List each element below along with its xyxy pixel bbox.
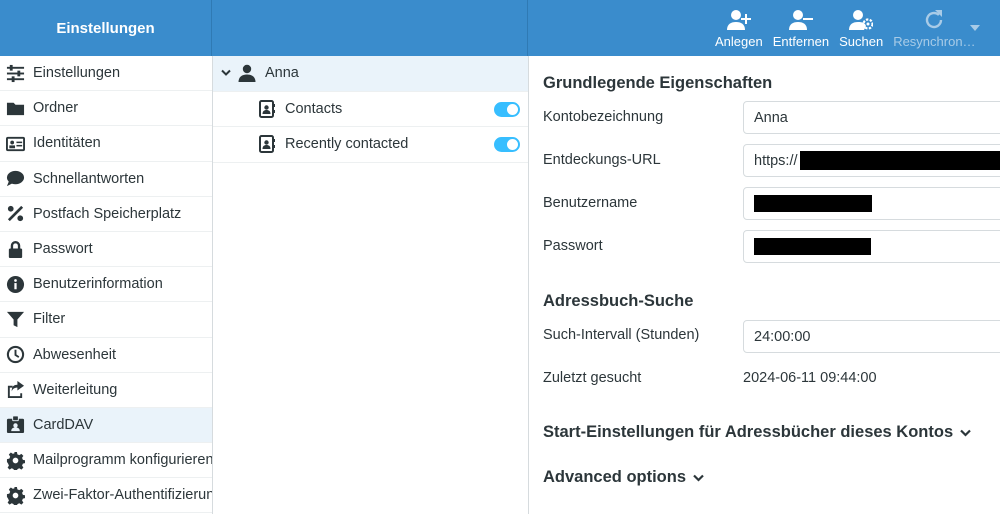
addressbook-search-heading: Adressbuch-Suche bbox=[543, 292, 694, 310]
lock-icon bbox=[6, 240, 25, 259]
sidebar-item-schnellantworten[interactable]: Schnellantworten bbox=[0, 162, 212, 197]
sidebar-item-passwort[interactable]: Passwort bbox=[0, 232, 212, 268]
addressbook-row-contacts[interactable]: Contacts bbox=[213, 92, 528, 127]
filter-icon bbox=[6, 310, 25, 329]
remove-user-icon bbox=[788, 10, 813, 30]
last-search-label: Zuletzt gesucht bbox=[543, 370, 642, 386]
password-label: Passwort bbox=[543, 238, 603, 254]
add-account-label: Anlegen bbox=[715, 34, 763, 49]
header-middle-section bbox=[213, 0, 528, 56]
last-search-value: 2024-06-11 09:44:00 bbox=[743, 370, 877, 386]
sidebar-item-label: Passwort bbox=[33, 241, 93, 258]
addressbook-toggle-contacts[interactable] bbox=[494, 101, 520, 117]
sidebar-item-filter[interactable]: Filter bbox=[0, 302, 212, 338]
share-icon bbox=[6, 380, 25, 399]
sidebar-item-label: CardDAV bbox=[33, 416, 94, 433]
sidebar-item-label: Zwei-Faktor-Authentifizierung bbox=[33, 487, 212, 504]
comment-icon bbox=[6, 169, 25, 188]
username-label: Benutzername bbox=[543, 195, 638, 211]
percent-icon bbox=[6, 204, 25, 223]
password-field[interactable] bbox=[743, 230, 1000, 263]
username-field[interactable] bbox=[743, 187, 1000, 220]
sidebar-item-label: Mailprogramm konfigurieren bbox=[33, 452, 212, 469]
search-interval-field[interactable]: 24:00:00 bbox=[743, 320, 1000, 353]
addressbook-toggle-recently-contacted[interactable] bbox=[494, 137, 520, 152]
sidebar-item-label: Identitäten bbox=[33, 135, 101, 152]
discovery-url-label: Entdeckungs-URL bbox=[543, 152, 661, 168]
remove-account-button[interactable]: Entfernen bbox=[768, 0, 834, 56]
addressbook-label: Contacts bbox=[285, 100, 343, 117]
toolbar: Anlegen Entfernen Suchen Resynchron… bbox=[710, 0, 981, 56]
address-book-icon bbox=[259, 135, 275, 154]
settings-sidebar: Einstellungen Ordner Identitäten Schnell… bbox=[0, 56, 213, 514]
header-bar: Einstellungen Anlegen Entfernen Suchen R… bbox=[0, 0, 1000, 56]
sidebar-item-identitaeten[interactable]: Identitäten bbox=[0, 126, 212, 162]
advanced-options-heading: Advanced options bbox=[543, 468, 687, 486]
resync-label: Resynchron… bbox=[893, 34, 976, 49]
sidebar-item-label: Einstellungen bbox=[33, 65, 121, 82]
user-icon bbox=[238, 65, 256, 83]
discovery-url-value: https:// bbox=[754, 152, 798, 169]
folder-icon bbox=[6, 99, 25, 118]
page-title: Einstellungen bbox=[0, 0, 212, 56]
chevron-down-icon bbox=[693, 474, 704, 482]
addressbook-label: Recently contacted bbox=[285, 136, 409, 153]
add-user-icon bbox=[726, 10, 751, 30]
address-book-icon bbox=[259, 99, 275, 118]
sidebar-item-label: Weiterleitung bbox=[33, 381, 118, 398]
account-name-field[interactable]: Anna bbox=[743, 101, 1000, 134]
clock-icon bbox=[6, 345, 25, 364]
toolbar-more-caret-icon[interactable] bbox=[970, 25, 980, 31]
info-icon bbox=[6, 275, 25, 294]
gear-icon bbox=[6, 486, 25, 505]
redacted-password-block bbox=[754, 238, 871, 255]
badge-icon bbox=[6, 415, 25, 434]
chevron-down-icon bbox=[960, 429, 971, 437]
account-name: Anna bbox=[265, 65, 299, 82]
addressbook-row-recently-contacted[interactable]: Recently contacted bbox=[213, 127, 528, 163]
account-details: Grundlegende Eigenschaften Kontobezeichn… bbox=[529, 56, 1000, 514]
chevron-down-icon[interactable] bbox=[220, 69, 232, 77]
account-row-anna[interactable]: Anna bbox=[213, 56, 528, 92]
sidebar-item-label: Postfach Speicherplatz bbox=[33, 205, 182, 222]
sidebar-item-mailprogramm[interactable]: Mailprogramm konfigurieren bbox=[0, 443, 212, 479]
account-name-value: Anna bbox=[754, 109, 788, 126]
search-users-icon bbox=[849, 10, 874, 30]
sidebar-item-weiterleitung[interactable]: Weiterleitung bbox=[0, 373, 212, 408]
add-account-button[interactable]: Anlegen bbox=[710, 0, 768, 56]
gear-icon bbox=[6, 451, 25, 470]
sidebar-item-benutzerinformation[interactable]: Benutzerinformation bbox=[0, 267, 212, 303]
sidebar-item-ordner[interactable]: Ordner bbox=[0, 91, 212, 127]
sidebar-item-einstellungen[interactable]: Einstellungen bbox=[0, 56, 212, 92]
sidebar-item-label: Benutzerinformation bbox=[33, 276, 163, 293]
startup-settings-heading: Start-Einstellungen für Adressbücher die… bbox=[543, 423, 954, 441]
discovery-url-field[interactable]: https:// bbox=[743, 144, 1000, 177]
resync-icon bbox=[926, 10, 943, 29]
redacted-url-block bbox=[799, 151, 1000, 170]
account-list: Anna Contacts Recently contacted bbox=[213, 56, 529, 514]
search-button[interactable]: Suchen bbox=[834, 0, 888, 56]
sidebar-item-label: Schnellantworten bbox=[33, 170, 145, 187]
search-interval-label: Such-Intervall (Stunden) bbox=[543, 327, 700, 343]
basic-properties-heading: Grundlegende Eigenschaften bbox=[543, 74, 773, 92]
sidebar-item-abwesenheit[interactable]: Abwesenheit bbox=[0, 338, 212, 373]
account-name-label: Kontobezeichnung bbox=[543, 109, 664, 125]
search-interval-value: 24:00:00 bbox=[754, 328, 811, 345]
sidebar-item-carddav[interactable]: CardDAV bbox=[0, 407, 212, 444]
redacted-username-block bbox=[754, 195, 872, 212]
sidebar-item-label: Filter bbox=[33, 311, 66, 328]
id-card-icon bbox=[6, 134, 25, 153]
sidebar-item-zwei-faktor[interactable]: Zwei-Faktor-Authentifizierung bbox=[0, 478, 212, 514]
startup-settings-expander[interactable]: Start-Einstellungen für Adressbücher die… bbox=[543, 423, 971, 442]
sliders-icon bbox=[6, 64, 25, 83]
sidebar-item-label: Abwesenheit bbox=[33, 346, 117, 363]
advanced-options-expander[interactable]: Advanced options bbox=[543, 468, 704, 487]
sidebar-item-speicherplatz[interactable]: Postfach Speicherplatz bbox=[0, 197, 212, 232]
sidebar-item-label: Ordner bbox=[33, 100, 79, 117]
remove-account-label: Entfernen bbox=[772, 34, 830, 49]
resync-button[interactable]: Resynchron… bbox=[888, 0, 980, 56]
search-label: Suchen bbox=[839, 34, 884, 49]
